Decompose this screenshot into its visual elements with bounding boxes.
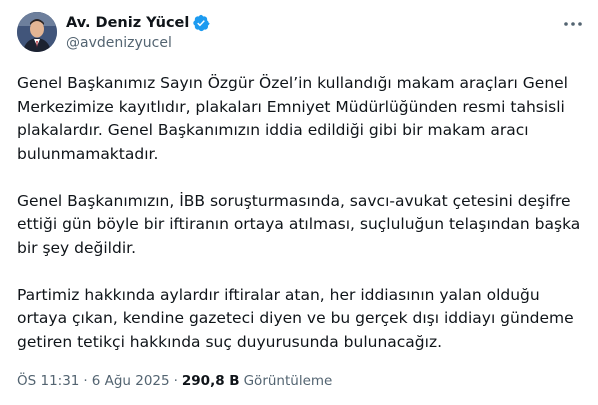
tweet-time[interactable]: ÖS 11:31 (17, 373, 79, 389)
tweet-card: Av. Deniz Yücel @avdenizyucel Genel Başk… (0, 0, 598, 405)
author-display-name[interactable]: Av. Deniz Yücel (66, 15, 189, 31)
more-horizontal-icon[interactable] (562, 16, 584, 32)
meta-separator: · (83, 373, 88, 389)
views-count: 290,8 B (181, 373, 240, 389)
meta-separator: · (173, 373, 178, 389)
tweet-paragraph: Genel Başkanımızın, İBB soruşturmasında,… (17, 191, 581, 257)
verified-badge-icon (193, 14, 210, 32)
views-label: Görüntüleme (243, 373, 333, 389)
tweet-paragraph: Partimiz hakkında aylardır iftiralar ata… (17, 285, 574, 351)
author-name-row: Av. Deniz Yücel (66, 13, 210, 33)
tweet-date[interactable]: 6 Ağu 2025 (92, 373, 170, 389)
profile-photo-icon (17, 12, 57, 52)
tweet-text: Genel Başkanımız Sayın Özgür Özel’in kul… (17, 72, 587, 354)
author-handle[interactable]: @avdenizyucel (66, 35, 172, 51)
tweet-meta: ÖS 11:31 · 6 Ağu 2025 · 290,8 B Görüntül… (17, 373, 332, 389)
tweet-paragraph: Genel Başkanımız Sayın Özgür Özel’in kul… (17, 74, 568, 163)
avatar[interactable] (17, 12, 57, 52)
